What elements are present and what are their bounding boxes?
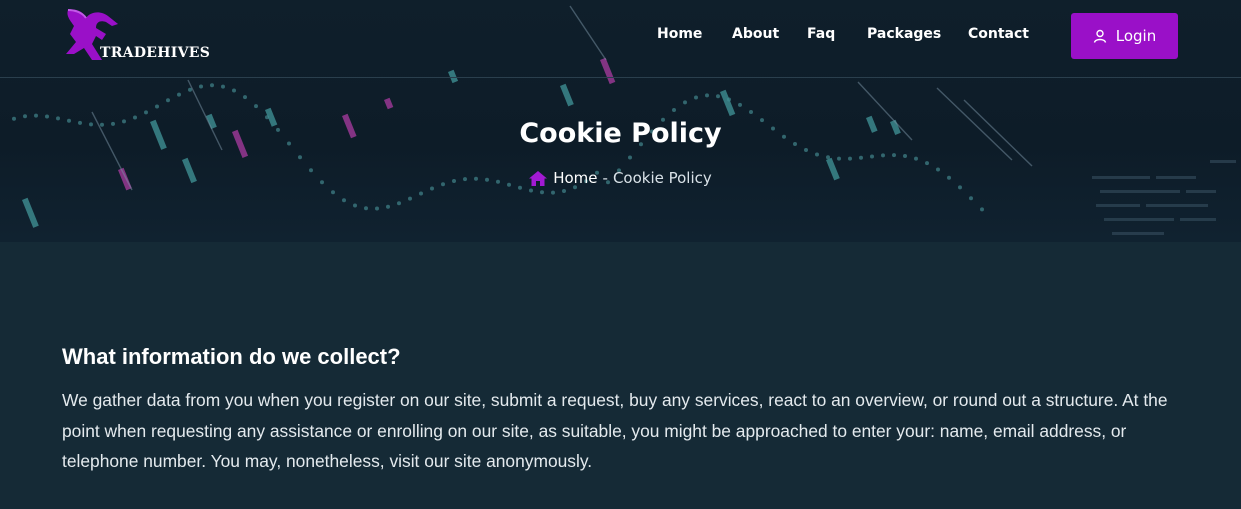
policy-section: What information do we collect? We gathe…	[62, 344, 1182, 477]
top-navigation: TRADEHIVES Home About Faq Packages Conta…	[0, 0, 1241, 78]
nav-home[interactable]: Home	[657, 26, 702, 42]
hero-banner: TRADEHIVES Home About Faq Packages Conta…	[0, 0, 1241, 242]
nav-about[interactable]: About	[732, 26, 779, 42]
nav-contact[interactable]: Contact	[968, 26, 1029, 42]
home-icon	[529, 170, 548, 186]
breadcrumb-separator: -	[602, 169, 608, 187]
nav-packages[interactable]: Packages	[867, 26, 941, 42]
brand-name: TRADEHIVES	[100, 45, 211, 61]
breadcrumb: Home - Cookie Policy	[0, 169, 1241, 187]
section-body: We gather data from you when you registe…	[62, 390, 1168, 471]
page-title: Cookie Policy	[519, 118, 722, 149]
breadcrumb-current: Cookie Policy	[612, 169, 712, 187]
nav-faq[interactable]: Faq	[807, 26, 835, 42]
login-label: Login	[1115, 27, 1157, 45]
user-icon	[1093, 29, 1106, 43]
login-button[interactable]: Login	[1071, 13, 1178, 59]
site-logo[interactable]: TRADEHIVES	[62, 8, 212, 64]
section-heading: What information do we collect?	[62, 344, 401, 369]
breadcrumb-home-link[interactable]: Home	[553, 169, 597, 187]
